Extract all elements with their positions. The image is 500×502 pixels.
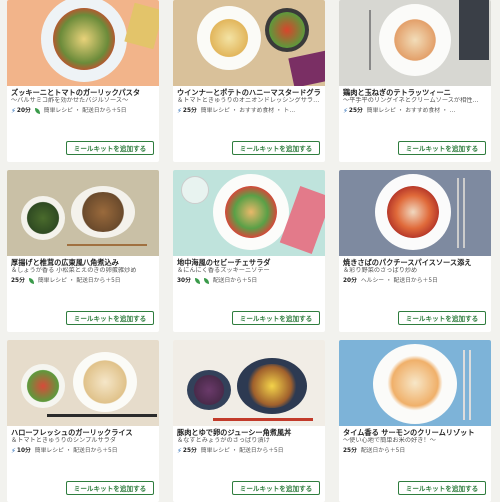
recipe-tags: 簡単レシピ ・ 配送日から＋5日 [200,448,284,454]
recipe-tags: 配送日から＋5日 [212,278,258,284]
lightning-icon: ⚡ [343,107,348,115]
lightning-icon: ⚡ [11,107,16,115]
lightning-icon: ⚡ [11,447,16,455]
recipe-photo[interactable] [173,340,325,426]
leaf-icon [203,278,209,284]
cook-time: 25分 [182,108,197,114]
cook-time: 25分 [182,448,197,454]
cook-time: 10分 [16,448,31,454]
lightning-icon: ⚡ [177,447,182,455]
recipe-meta: ⚡ 25分 簡単レシピ ・ おすすめ食材 ・ ト… [177,107,321,115]
recipe-card[interactable]: ズッキーニとトマトのガーリックパスタ ～バルサミコ酢を効かせたバジルソース～ ⚡… [7,0,159,162]
recipe-meta: ⚡ 25分 簡単レシピ ・ 配送日から＋5日 [177,447,321,455]
recipe-title[interactable]: タイム香る サーモンのクリームリゾット [343,428,487,437]
recipe-subtitle: ＆なすとみょうがのさっぱり漬け [177,437,270,444]
recipe-subtitle: ～バルサミコ酢を効かせたバジルソース～ [11,97,129,104]
add-meal-kit-button[interactable]: ミールキットを追加する [398,141,486,155]
recipe-photo[interactable] [7,340,159,426]
recipe-photo[interactable] [173,0,325,86]
cook-time: 30分 [177,278,191,284]
recipe-title[interactable]: ハローフレッシュのガーリックライス [11,428,155,437]
recipe-tags: ヘルシー ・ 配送日から＋5日 [360,278,438,284]
recipe-meta: 25分 配送日から＋5日 [343,447,487,455]
recipe-card[interactable]: 焼きさばのパクチースパイスソース添え ＆彩り野菜のさっぱり炒め 20分 ヘルシー… [339,170,491,332]
recipe-title[interactable]: 豚肉とゆで卵のジューシー角煮風丼 [177,428,321,437]
recipe-subtitle: ＆トマトときゅうりのオニオンドレッシングサラ… [177,97,320,104]
recipe-photo[interactable] [7,170,159,256]
add-meal-kit-button[interactable]: ミールキットを追加する [232,141,320,155]
recipe-tags: 簡単レシピ ・ おすすめ食材 ・ … [366,108,456,114]
recipe-meta: ⚡ 10分 簡単レシピ ・ 配送日から＋5日 [11,447,155,455]
cook-time: 25分 [343,448,357,454]
recipe-card[interactable]: 厚揚げと椎茸の広東風八角煮込み ＆しょうが香る 小松菜とえのきの卵蛋雑炒め 25… [7,170,159,332]
recipe-title[interactable]: ウインナーとポテトのハニーマスタードグラ… [177,88,321,97]
recipe-subtitle: ＆にんにく香るズッキーニソテー [177,267,270,274]
leaf-icon [34,108,40,114]
recipe-tags: 簡単レシピ ・ 配送日から＋5日 [34,448,118,454]
recipe-title[interactable]: 焼きさばのパクチースパイスソース添え [343,258,487,267]
add-meal-kit-button[interactable]: ミールキットを追加する [232,481,320,495]
recipe-meta: 20分 ヘルシー ・ 配送日から＋5日 [343,277,487,285]
recipe-card[interactable]: 地中海風のセビーチェサラダ ＆にんにく香るズッキーニソテー 30分 配送日から＋… [173,170,325,332]
recipe-subtitle: ～使い心地で簡単お米の好き！～ [343,437,436,444]
recipe-card[interactable]: ウインナーとポテトのハニーマスタードグラ… ＆トマトときゅうりのオニオンドレッシ… [173,0,325,162]
recipe-subtitle: ～平手平のリングイネとクリームソースが相性… [343,97,479,104]
recipe-card[interactable]: 鶏肉と玉ねぎのテトラッツィーニ ～平手平のリングイネとクリームソースが相性… ⚡… [339,0,491,162]
recipe-subtitle: ＆しょうが香る 小松菜とえのきの卵蛋雑炒め [11,267,137,274]
recipe-title[interactable]: ズッキーニとトマトのガーリックパスタ [11,88,155,97]
add-meal-kit-button[interactable]: ミールキットを追加する [66,141,154,155]
leaf-icon [194,278,200,284]
recipe-meta: ⚡ 20分 簡単レシピ ・ 配送日から＋5日 [11,107,155,115]
recipe-tags: 配送日から＋5日 [360,448,406,454]
recipe-subtitle: ＆トマトときゅうりのシンプルサラダ [11,437,117,444]
recipe-title[interactable]: 地中海風のセビーチェサラダ [177,258,321,267]
recipe-meta: ⚡ 25分 簡単レシピ ・ おすすめ食材 ・ … [343,107,487,115]
recipe-subtitle: ＆彩り野菜のさっぱり炒め [343,267,418,274]
recipe-title[interactable]: 鶏肉と玉ねぎのテトラッツィーニ [343,88,487,97]
recipe-grid: ズッキーニとトマトのガーリックパスタ ～バルサミコ酢を効かせたバジルソース～ ⚡… [0,0,500,502]
add-meal-kit-button[interactable]: ミールキットを追加する [398,311,486,325]
recipe-card[interactable]: ハローフレッシュのガーリックライス ＆トマトときゅうりのシンプルサラダ ⚡ 10分… [7,340,159,502]
recipe-meta: 25分 簡単レシピ ・ 配送日から＋5日 [11,277,155,285]
recipe-tags: 簡単レシピ ・ おすすめ食材 ・ ト… [200,108,296,114]
add-meal-kit-button[interactable]: ミールキットを追加する [398,481,486,495]
recipe-photo[interactable] [173,170,325,256]
recipe-photo[interactable] [339,170,491,256]
lightning-icon: ⚡ [177,107,182,115]
recipe-meta: 30分 配送日から＋5日 [177,277,321,285]
cook-time: 25分 [348,108,363,114]
recipe-photo[interactable] [339,340,491,426]
recipe-tags: 簡単レシピ ・ 配送日から＋5日 [43,108,127,114]
cook-time: 20分 [343,278,357,284]
cook-time: 25分 [11,278,25,284]
cook-time: 20分 [16,108,31,114]
recipe-photo[interactable] [339,0,491,86]
leaf-icon [28,278,34,284]
recipe-card[interactable]: タイム香る サーモンのクリームリゾット ～使い心地で簡単お米の好き！～ 25分 … [339,340,491,502]
recipe-tags: 簡単レシピ ・ 配送日から＋5日 [37,278,121,284]
recipe-title[interactable]: 厚揚げと椎茸の広東風八角煮込み [11,258,155,267]
add-meal-kit-button[interactable]: ミールキットを追加する [66,311,154,325]
recipe-photo[interactable] [7,0,159,86]
add-meal-kit-button[interactable]: ミールキットを追加する [66,481,154,495]
add-meal-kit-button[interactable]: ミールキットを追加する [232,311,320,325]
recipe-card[interactable]: 豚肉とゆで卵のジューシー角煮風丼 ＆なすとみょうがのさっぱり漬け ⚡ 25分 簡単… [173,340,325,502]
